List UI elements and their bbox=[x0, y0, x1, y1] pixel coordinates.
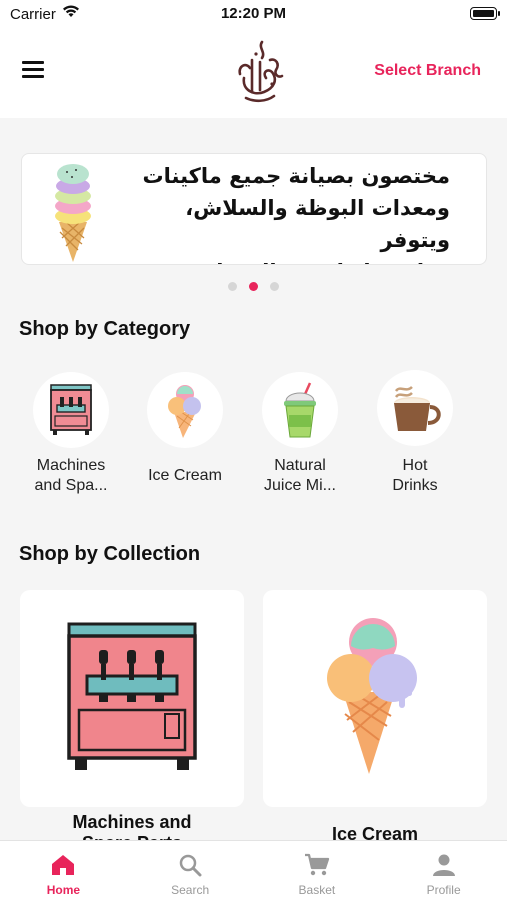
category-natural-juice[interactable]: Natural Juice Mi... bbox=[250, 372, 350, 496]
tab-label: Basket bbox=[298, 883, 336, 897]
carousel-dot-1[interactable] bbox=[228, 282, 237, 291]
category-label-line2: Drinks bbox=[392, 477, 438, 494]
bottom-tab-bar: Home Search Basket Profile bbox=[0, 840, 507, 900]
app-header: Select Branch bbox=[0, 30, 507, 118]
hamburger-menu-icon[interactable] bbox=[22, 61, 48, 83]
coffee-icon bbox=[377, 370, 453, 446]
tab-basket[interactable]: Basket bbox=[254, 841, 381, 900]
machine-icon bbox=[65, 620, 199, 777]
category-label-line1: Ice Cream bbox=[148, 467, 222, 484]
category-label-line1: Hot bbox=[402, 457, 428, 474]
brand-logo bbox=[232, 38, 288, 104]
tab-label: Home bbox=[46, 883, 81, 897]
category-label: Natural Juice Mi... bbox=[250, 456, 350, 496]
category-hot-drinks[interactable]: Hot Drinks bbox=[365, 370, 465, 496]
ice-cream-icon bbox=[147, 372, 223, 448]
profile-icon bbox=[380, 851, 507, 879]
ice-cream-icon bbox=[325, 616, 425, 781]
collection-card-machines[interactable] bbox=[20, 590, 244, 807]
tab-search[interactable]: Search bbox=[127, 841, 254, 900]
carousel-dot-2[interactable] bbox=[249, 282, 258, 291]
home-icon bbox=[0, 851, 127, 879]
banner-line-2: ومعدات البوظة والسلاش، ويتوفر bbox=[185, 196, 450, 252]
carousel-dot-3[interactable] bbox=[270, 282, 279, 291]
tab-label: Profile bbox=[426, 883, 461, 897]
category-label: Hot Drinks bbox=[365, 456, 465, 496]
collection-label-line1: Machines and bbox=[72, 812, 192, 832]
cart-icon bbox=[254, 851, 381, 879]
tab-label: Search bbox=[171, 883, 210, 897]
category-ice-cream[interactable]: Ice Cream bbox=[135, 372, 235, 486]
category-label: Machines and Spa... bbox=[21, 456, 121, 496]
category-label-line2: and Spa... bbox=[34, 477, 108, 494]
category-label: Ice Cream bbox=[135, 456, 235, 486]
banner-line-1: مختصون بصيانة جميع ماكينات bbox=[142, 164, 450, 188]
collection-card-ice-cream[interactable] bbox=[263, 590, 487, 807]
battery-icon bbox=[470, 7, 500, 20]
machine-icon bbox=[33, 372, 109, 448]
ice-cream-cone-icon bbox=[52, 158, 94, 264]
status-bar: Carrier 12:20 PM bbox=[0, 0, 507, 30]
tab-profile[interactable]: Profile bbox=[380, 841, 507, 900]
category-label-line1: Natural bbox=[274, 457, 326, 474]
banner-line-3: قطع غيار لجميع المعدات bbox=[110, 256, 450, 264]
promo-banner[interactable]: مختصون بصيانة جميع ماكينات ومعدات البوظة… bbox=[21, 153, 487, 265]
category-label-line2: Juice Mi... bbox=[263, 477, 336, 494]
select-branch-button[interactable]: Select Branch bbox=[374, 62, 481, 80]
category-label-line1: Machines bbox=[36, 457, 106, 474]
search-icon bbox=[127, 851, 254, 879]
collection-section-title: Shop by Collection bbox=[19, 543, 201, 565]
juice-icon bbox=[262, 372, 338, 448]
category-machines[interactable]: Machines and Spa... bbox=[21, 372, 121, 496]
carousel-pagination bbox=[0, 282, 507, 291]
tab-home[interactable]: Home bbox=[0, 841, 127, 900]
banner-text: مختصون بصيانة جميع ماكينات ومعدات البوظة… bbox=[110, 160, 450, 264]
category-section-title: Shop by Category bbox=[19, 318, 191, 340]
clock: 12:20 PM bbox=[220, 5, 287, 22]
